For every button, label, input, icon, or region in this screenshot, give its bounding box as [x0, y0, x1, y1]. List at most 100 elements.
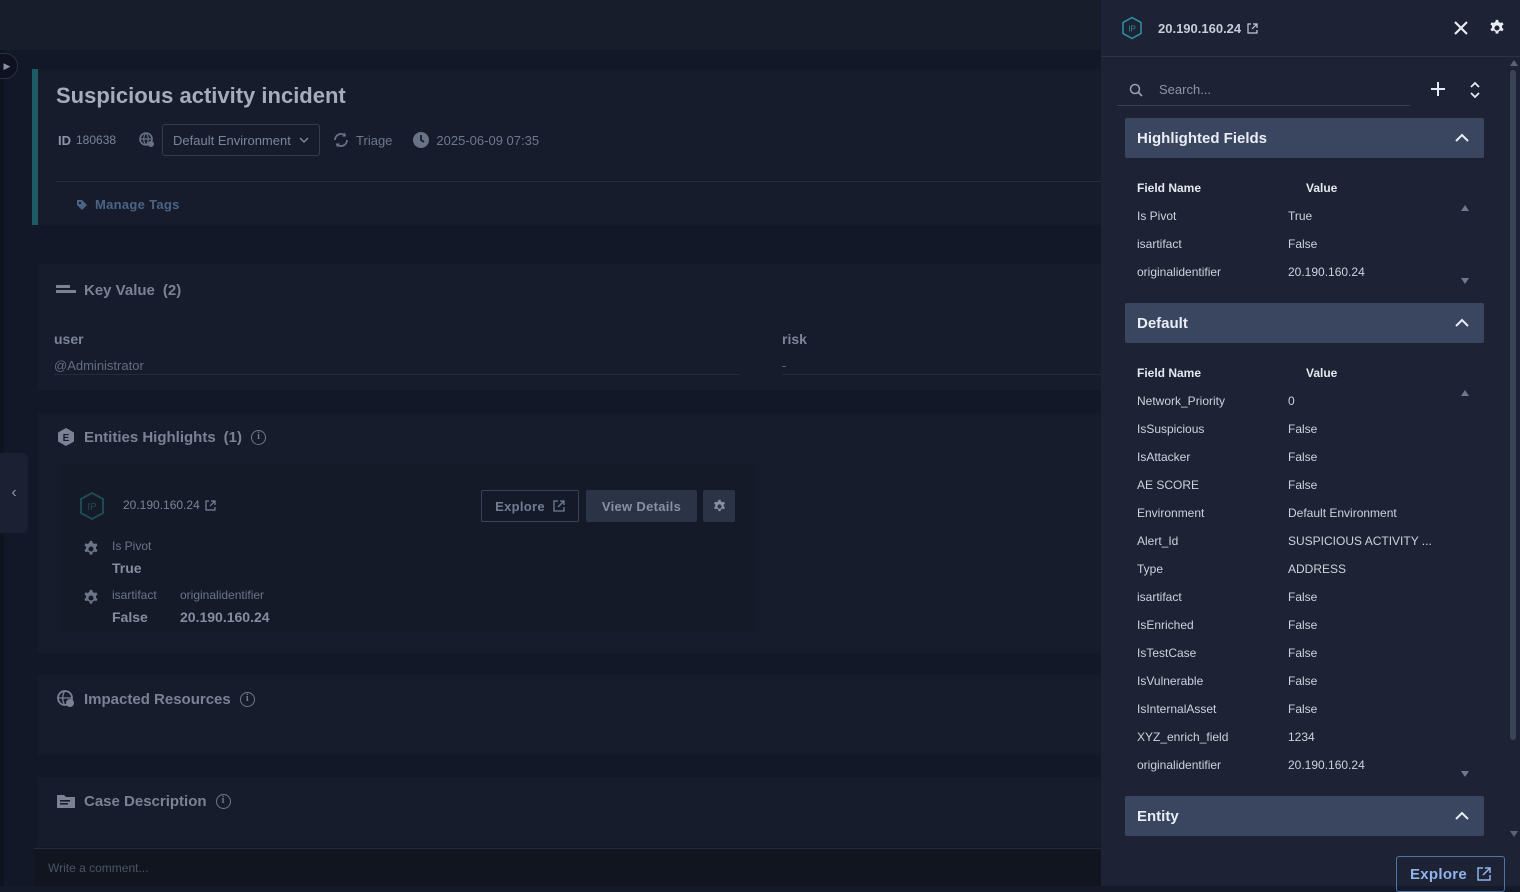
- comment-input[interactable]: Write a comment...: [34, 848, 1101, 886]
- view-details-button[interactable]: View Details: [586, 490, 697, 522]
- svg-text:IP: IP: [87, 502, 97, 513]
- case-stage[interactable]: Triage: [332, 131, 392, 149]
- info-icon[interactable]: i: [251, 429, 267, 445]
- kv-value-risk: -: [782, 358, 787, 373]
- manage-tags-label: Manage Tags: [95, 197, 180, 212]
- list-scroll-down[interactable]: [1461, 278, 1469, 284]
- close-icon[interactable]: [1452, 18, 1470, 38]
- top-bar: [0, 0, 1101, 50]
- field-name: Alert_Id: [1137, 534, 1179, 548]
- section-title: Default: [1137, 314, 1188, 332]
- svg-text:IP: IP: [1128, 25, 1136, 34]
- entity-details-panel: IP 20.190.160.24 Highlighted Fields Fiel…: [1101, 0, 1520, 892]
- field-name: AE SCORE: [1137, 478, 1200, 492]
- field-name: Environment: [1137, 506, 1205, 520]
- entity-name: 20.190.160.24: [123, 498, 200, 512]
- section-highlighted-fields[interactable]: Highlighted Fields: [1125, 118, 1484, 158]
- gear-icon: [713, 499, 725, 511]
- panel-scrollbar-thumb[interactable]: [1510, 70, 1516, 740]
- field-name: originalidentifier: [1137, 758, 1222, 772]
- field-name: isartifact: [1137, 590, 1182, 604]
- field-name: IsAttacker: [1137, 450, 1191, 464]
- chevron-up-icon: [1455, 318, 1469, 327]
- panel-explore-button[interactable]: Explore: [1396, 856, 1505, 892]
- field-value: 20.190.160.24: [1288, 265, 1365, 279]
- key-value-count: (2): [162, 281, 182, 299]
- chevron-down-icon: [299, 137, 309, 144]
- field-value: 20.190.160.24: [1288, 758, 1365, 772]
- list-scroll-up[interactable]: [1461, 390, 1469, 396]
- key-value-widget: Key Value (2) user @Administrator risk -: [38, 264, 1101, 390]
- prop-value: False: [112, 609, 148, 625]
- col-field-name: Field Name: [1137, 366, 1202, 380]
- case-title: Suspicious activity incident: [56, 83, 346, 108]
- panel-title-link[interactable]: 20.190.160.24: [1158, 21, 1258, 36]
- field-value: False: [1288, 450, 1318, 464]
- field-name: IsEnriched: [1137, 618, 1194, 632]
- plus-icon[interactable]: [1428, 78, 1448, 100]
- field-value: Default Environment: [1288, 506, 1397, 520]
- prop-label: Is Pivot: [112, 539, 152, 553]
- section-default[interactable]: Default: [1125, 303, 1484, 343]
- field-name: XYZ_enrich_field: [1137, 730, 1229, 744]
- external-link-icon: [205, 499, 216, 511]
- info-icon[interactable]: i: [239, 691, 255, 707]
- chevron-up-icon: [1455, 811, 1469, 820]
- manage-tags-link[interactable]: Manage Tags: [76, 197, 180, 212]
- impacted-resources-title: Impacted Resources i: [56, 689, 255, 709]
- ip-hexagon-icon: IP: [1122, 16, 1142, 40]
- field-name: originalidentifier: [1137, 265, 1222, 279]
- list-scroll-up[interactable]: [1461, 205, 1469, 211]
- external-link-icon: [1247, 23, 1258, 34]
- key-value-title-text: Key Value: [84, 281, 155, 299]
- field-value: False: [1288, 590, 1318, 604]
- sidebar-collapse-button[interactable]: ▶: [0, 53, 18, 79]
- entities-highlights-title-text: Entities Highlights: [84, 428, 216, 446]
- panel-title: 20.190.160.24: [1158, 21, 1242, 36]
- entities-highlights-count: (1): [223, 428, 243, 446]
- scroll-down-arrow[interactable]: [1510, 831, 1518, 837]
- case-stage-label: Triage: [356, 132, 393, 148]
- key-value-title: Key Value (2): [56, 280, 181, 300]
- expand-collapse-icon[interactable]: [1466, 80, 1484, 100]
- scroll-up-arrow[interactable]: [1510, 60, 1518, 66]
- list-scroll-down[interactable]: [1461, 771, 1469, 777]
- tag-icon: [77, 199, 87, 210]
- field-value: False: [1288, 478, 1318, 492]
- col-value: Value: [1306, 181, 1338, 195]
- field-value: False: [1288, 237, 1318, 251]
- field-name: Network_Priority: [1137, 394, 1226, 408]
- chevron-left-icon: ‹: [11, 484, 17, 501]
- explore-label: Explore: [1409, 865, 1468, 883]
- case-description-title: Case Description i: [56, 791, 231, 811]
- col-field-name: Field Name: [1137, 181, 1202, 195]
- entity-name-link[interactable]: 20.190.160.24: [123, 498, 216, 512]
- section-entity[interactable]: Entity: [1125, 796, 1484, 836]
- case-description-title-text: Case Description: [84, 792, 207, 810]
- ip-hexagon-icon: IP: [80, 491, 104, 521]
- field-name: isartifact: [1137, 237, 1182, 251]
- side-drawer-toggle[interactable]: ‹: [0, 453, 28, 533]
- kv-underline: [782, 374, 1101, 375]
- entity-explore-button[interactable]: Explore: [481, 490, 579, 522]
- case-id-label: ID: [58, 132, 71, 148]
- case-description-widget: Case Description i: [38, 777, 1101, 847]
- explore-label: Explore: [495, 498, 545, 514]
- col-value: Value: [1306, 366, 1338, 380]
- kv-key-risk: risk: [782, 331, 807, 347]
- field-value: True: [1288, 209, 1313, 223]
- prop-value: True: [112, 560, 142, 576]
- field-name: Is Pivot: [1137, 209, 1177, 223]
- gear-icon[interactable]: [1488, 18, 1506, 38]
- environment-select[interactable]: Default Environment: [162, 124, 321, 156]
- kv-underline: [54, 374, 740, 375]
- entity-settings-button[interactable]: [703, 490, 735, 522]
- case-timestamp-label: 2025-06-09 07:35: [436, 132, 540, 148]
- search-input[interactable]: [1159, 82, 1399, 97]
- environment-select-value: Default Environment: [173, 132, 291, 148]
- clock-icon: [413, 132, 430, 148]
- key-value-icon: [56, 285, 76, 293]
- info-icon[interactable]: i: [215, 793, 231, 809]
- section-title: Entity: [1137, 807, 1179, 825]
- field-value: False: [1288, 646, 1318, 660]
